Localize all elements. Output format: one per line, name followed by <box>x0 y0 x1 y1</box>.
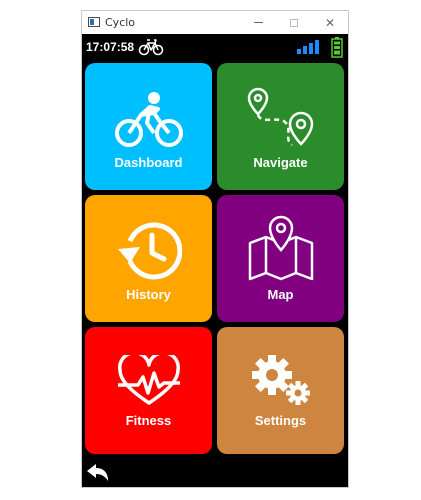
window-title: Cyclo <box>105 16 136 29</box>
dashboard-tile[interactable]: Dashboard <box>85 63 212 190</box>
app-window: Cyclo ✕ 17:07:58 Dashboard Navigate Hist… <box>81 10 349 488</box>
settings-label: Settings <box>254 413 307 428</box>
back-arrow-icon[interactable] <box>86 463 110 483</box>
map-pin-icon <box>248 215 313 281</box>
map-label: Map <box>267 287 294 302</box>
history-label: History <box>126 287 171 302</box>
close-icon: ✕ <box>324 15 336 30</box>
navigate-label: Navigate <box>253 155 308 170</box>
history-tile[interactable]: History <box>85 195 212 322</box>
dashboard-label: Dashboard <box>114 155 183 170</box>
signal-strength-icon <box>297 39 319 54</box>
battery-icon <box>331 37 343 58</box>
app-icon <box>88 17 100 27</box>
bicycle-rider-icon <box>114 92 183 147</box>
gears-icon <box>251 355 310 405</box>
fitness-tile[interactable]: Fitness <box>85 327 212 454</box>
map-tile[interactable]: Map <box>217 195 344 322</box>
heart-pulse-icon <box>117 355 180 405</box>
bicycle-status-icon <box>138 39 164 56</box>
maximize-icon <box>290 18 298 27</box>
maximize-button[interactable] <box>276 11 312 34</box>
title-bar[interactable]: Cyclo ✕ <box>82 11 348 34</box>
status-bar: 17:07:58 <box>82 34 348 60</box>
close-button[interactable]: ✕ <box>312 11 348 34</box>
history-clock-icon <box>117 222 182 280</box>
settings-tile[interactable]: Settings <box>217 327 344 454</box>
navigate-tile[interactable]: Navigate <box>217 63 344 190</box>
minimize-icon <box>253 22 263 23</box>
route-pins-icon <box>247 87 313 146</box>
minimize-button[interactable] <box>240 11 276 34</box>
fitness-label: Fitness <box>125 413 172 428</box>
clock-time: 17:07:58 <box>86 40 135 54</box>
